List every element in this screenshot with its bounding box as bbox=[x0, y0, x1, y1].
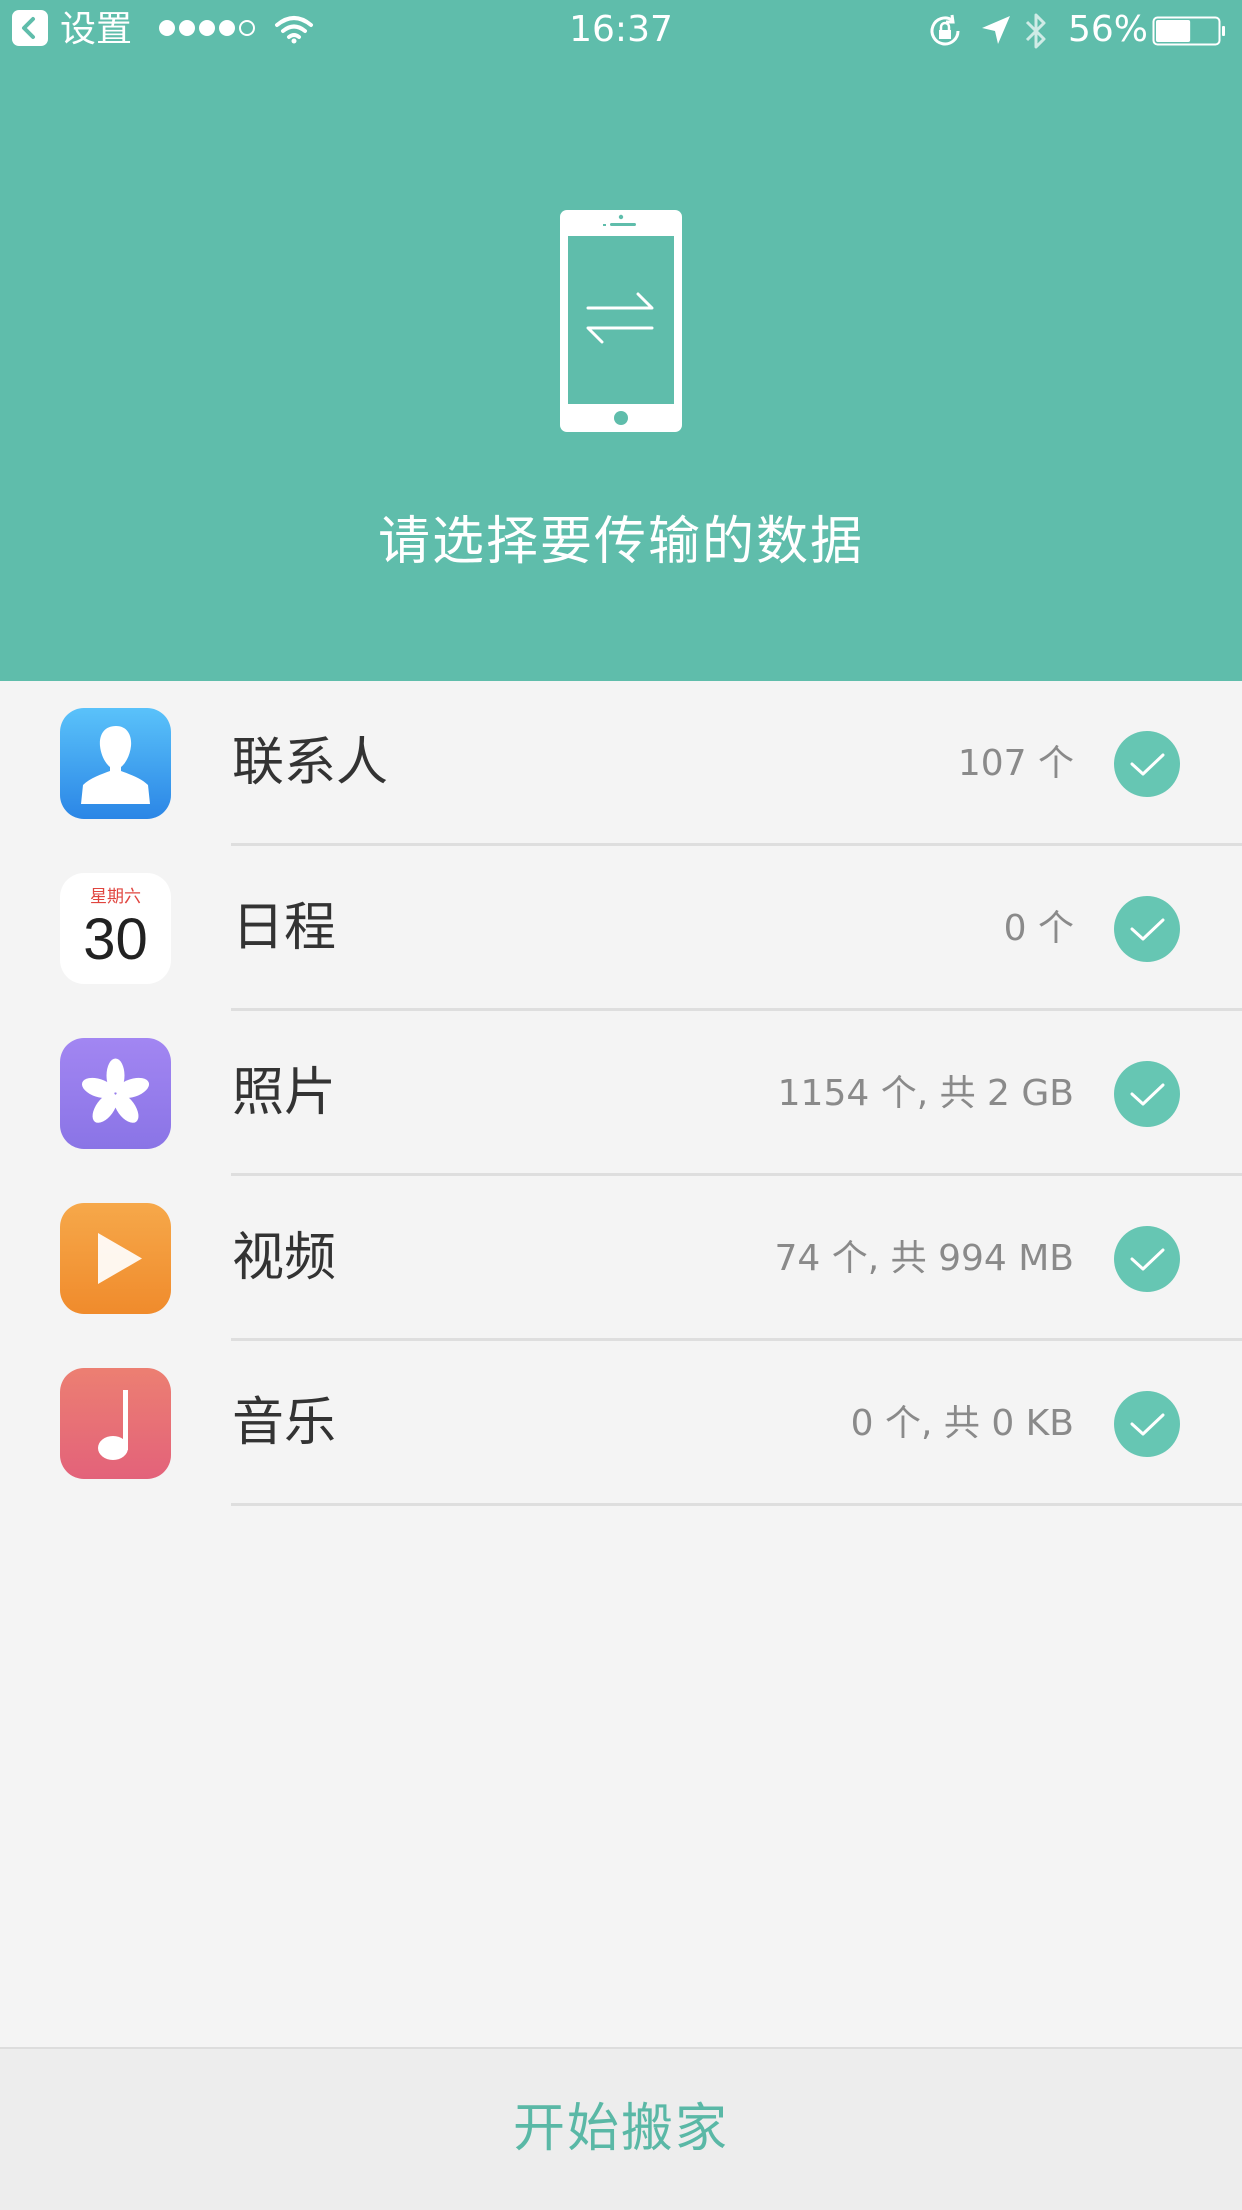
item-meta: 0 个, 共 0 KB bbox=[850, 1403, 1074, 1444]
battery-icon bbox=[1152, 16, 1225, 46]
checkmark-icon[interactable] bbox=[1114, 896, 1180, 962]
list-item-contacts[interactable]: 联系人 107 个 bbox=[0, 681, 1242, 846]
item-label: 音乐 bbox=[232, 1393, 337, 1453]
item-label: 照片 bbox=[232, 1063, 337, 1123]
calendar-date: 30 bbox=[83, 907, 148, 972]
item-label: 联系人 bbox=[232, 733, 389, 793]
calendar-icon: 星期六 30 bbox=[60, 873, 171, 984]
list-item-photos[interactable]: 照片 1154 个, 共 2 GB bbox=[0, 1011, 1242, 1176]
list-item-music[interactable]: 音乐 0 个, 共 0 KB bbox=[0, 1341, 1242, 1506]
rotation-lock-icon bbox=[930, 14, 960, 46]
item-label: 日程 bbox=[232, 898, 337, 958]
music-icon bbox=[60, 1368, 171, 1479]
checkmark-icon[interactable] bbox=[1114, 1061, 1180, 1127]
list-item-calendar[interactable]: 星期六 30 日程 0 个 bbox=[0, 846, 1242, 1011]
header-title: 请选择要传输的数据 bbox=[377, 512, 864, 572]
item-meta: 1154 个, 共 2 GB bbox=[777, 1073, 1074, 1114]
location-icon bbox=[982, 16, 1010, 44]
footer-bar: 开始搬家 bbox=[0, 2047, 1242, 2210]
checkmark-icon[interactable] bbox=[1114, 731, 1180, 797]
clock: 16:37 bbox=[569, 9, 673, 50]
checkmark-icon[interactable] bbox=[1114, 1226, 1180, 1292]
data-list: 联系人 107 个 星期六 30 日程 0 个 照片 1154 个, 共 2 G… bbox=[0, 681, 1242, 1506]
item-label: 视频 bbox=[232, 1228, 337, 1288]
phone-transfer-icon bbox=[560, 210, 682, 432]
divider bbox=[231, 1503, 1242, 1506]
item-meta: 107 个 bbox=[957, 743, 1074, 784]
videos-icon bbox=[60, 1203, 171, 1314]
calendar-weekday: 星期六 bbox=[90, 887, 141, 907]
start-transfer-button[interactable]: 开始搬家 bbox=[0, 2049, 1242, 2210]
checkmark-icon[interactable] bbox=[1114, 1391, 1180, 1457]
status-bar: 设置 16:37 56% bbox=[0, 0, 1242, 62]
item-meta: 0 个 bbox=[1003, 908, 1074, 949]
item-meta: 74 个, 共 994 MB bbox=[774, 1238, 1075, 1279]
header: 设置 16:37 56% 请选择要传输的数据 bbox=[0, 0, 1242, 681]
photos-icon bbox=[60, 1038, 171, 1149]
list-item-videos[interactable]: 视频 74 个, 共 994 MB bbox=[0, 1176, 1242, 1341]
bluetooth-icon bbox=[1025, 13, 1046, 49]
contacts-icon bbox=[60, 708, 171, 819]
battery-percent: 56% bbox=[1068, 9, 1149, 50]
